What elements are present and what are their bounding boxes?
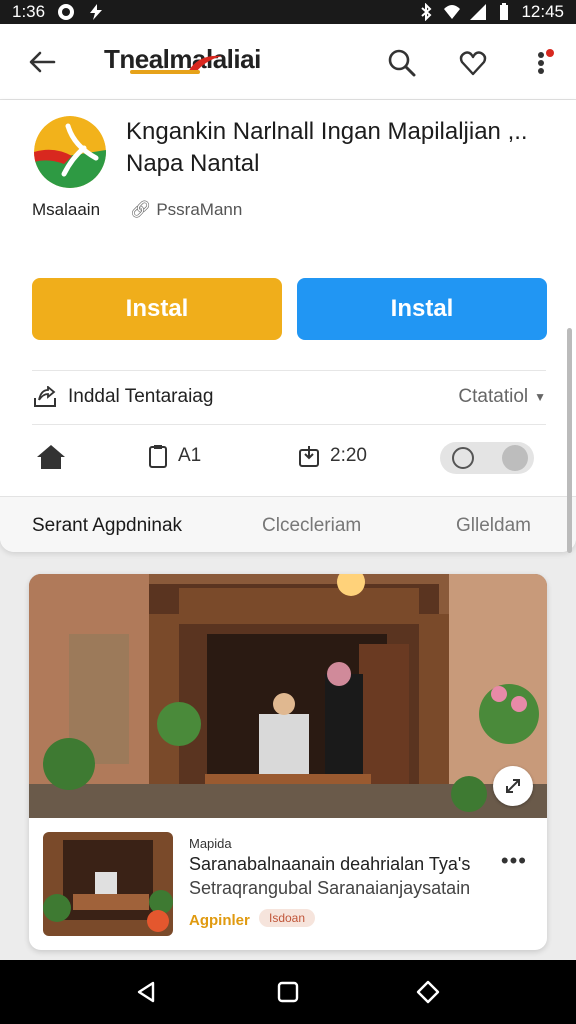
info-label: Inddal Tentaraiag: [68, 386, 214, 407]
chevron-down-icon: ▼: [534, 390, 546, 404]
system-nav-bar: [0, 960, 576, 1024]
tab-third[interactable]: Glleldam: [456, 515, 531, 537]
nav-home-icon[interactable]: [276, 980, 300, 1004]
stat-time: 2:20: [298, 444, 367, 468]
notification-icon: [58, 4, 75, 20]
media-subtitle: Setraqrangubal Saranaianjaysatain: [189, 878, 471, 898]
media-card[interactable]: Mapida Saranabalnaanain deahrialan Tya's…: [29, 574, 547, 950]
app-logo-icon: [34, 116, 106, 188]
media-chip: Isdoan: [259, 909, 316, 927]
signal-icon: [470, 4, 487, 20]
bluetooth-icon: [421, 3, 432, 21]
app-title: Kngankin Narlnall Ingan Mapilaljian ,.. …: [126, 116, 566, 180]
link-icon: 🔗︎: [130, 200, 152, 219]
install-button-primary[interactable]: Instal: [32, 278, 282, 340]
nav-back-icon[interactable]: [134, 980, 158, 1004]
divider: [32, 424, 546, 425]
app-title-line2: Napa Nantal: [126, 150, 260, 177]
bolt-icon: [90, 4, 103, 20]
scrollbar[interactable]: [567, 328, 572, 553]
media-thumbnail[interactable]: [43, 832, 173, 936]
info-value: Ctatatiol: [458, 386, 529, 407]
toggle-on-icon: [502, 445, 528, 471]
stat-files: A1: [148, 444, 201, 468]
developer-name[interactable]: Msalaain: [32, 200, 100, 220]
more-vert-icon[interactable]: [526, 48, 556, 78]
expand-icon: [506, 779, 520, 793]
stat-files-value: A1: [178, 445, 202, 466]
download-icon: [299, 446, 319, 467]
status-clock: 12:45: [521, 2, 564, 21]
wifi-icon: [444, 5, 461, 19]
more-horiz-icon[interactable]: •••: [501, 848, 527, 874]
battery-icon: [500, 3, 509, 20]
app-details-card: Kngankin Narlnall Ingan Mapilaljian ,.. …: [0, 100, 576, 552]
status-time: 1:36: [12, 2, 46, 21]
clipboard-icon: [149, 445, 167, 468]
expand-button[interactable]: [493, 766, 533, 806]
stat-time-value: 2:20: [330, 445, 367, 466]
stats-row: A1 2:20: [32, 426, 546, 492]
nav-recents-icon[interactable]: [416, 980, 440, 1004]
hero-image: [29, 574, 547, 818]
media-title: Saranabalnaanain deahrialan Tya's: [189, 854, 471, 874]
tab-active[interactable]: Serant Agpdninak: [32, 515, 182, 537]
search-icon[interactable]: [387, 48, 417, 78]
publisher-name: PssraMann: [156, 200, 243, 219]
status-bar: 1:36 12:45: [0, 0, 576, 24]
toggle-off-icon: [452, 447, 474, 469]
thumbnail-badge-icon: [147, 910, 169, 932]
info-row[interactable]: Inddal Tentaraiag Ctatatiol ▼: [32, 370, 546, 424]
home-icon: [37, 445, 65, 469]
tab-bar: Serant Agpdninak Clcecleriam Glleldam: [0, 496, 576, 552]
install-button-secondary[interactable]: Instal: [297, 278, 547, 340]
app-bar: Tnealmalaliai: [0, 24, 576, 100]
media-kicker: Mapida: [189, 836, 232, 851]
view-toggle[interactable]: [440, 442, 534, 474]
publisher-label: 🔗︎ PssraMann: [130, 200, 242, 220]
brand-underline: [130, 70, 200, 74]
stat-home[interactable]: [36, 444, 66, 470]
share-icon: [34, 386, 56, 407]
media-author[interactable]: Agpinler: [189, 912, 250, 929]
app-title-line1: Kngankin Narlnall Ingan Mapilaljian ,..: [126, 118, 528, 145]
heart-icon[interactable]: [458, 48, 488, 78]
info-dropdown[interactable]: Ctatatiol ▼: [458, 386, 546, 408]
tab-second[interactable]: Clcecleriam: [262, 515, 361, 537]
back-arrow-icon[interactable]: [26, 46, 58, 78]
